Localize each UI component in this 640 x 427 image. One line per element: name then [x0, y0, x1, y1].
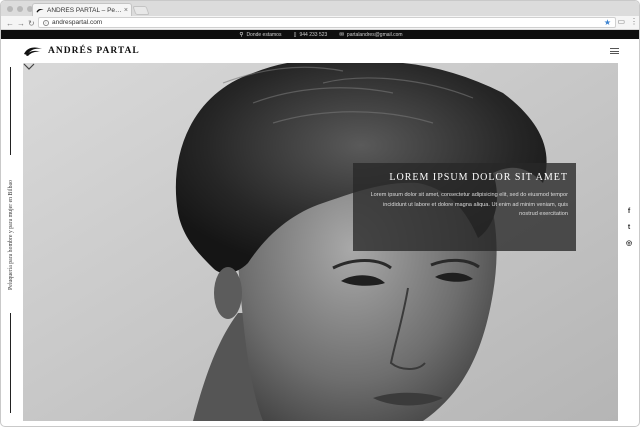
site-info-icon[interactable]: i: [43, 19, 49, 26]
phone-number: 944 233 523: [299, 31, 328, 38]
site-header: ANDRÉS PARTAL: [1, 39, 639, 63]
new-tab-button[interactable]: [132, 6, 150, 15]
hero-title: LOREM IPSUM DOLOR SIT AMET: [389, 172, 568, 183]
close-window-button[interactable]: [7, 6, 13, 12]
url-text: andrespartal.com: [52, 19, 103, 26]
menu-dots-icon[interactable]: ⋮: [630, 17, 638, 26]
phone-link[interactable]: ▯ 944 233 523: [293, 32, 327, 38]
tab-bar: ANDRÉS PARTAL – Peluquería ×: [1, 1, 639, 16]
location-label: Donde estamos: [246, 31, 282, 38]
forward-arrow-icon[interactable]: →: [17, 16, 25, 30]
minimize-window-button[interactable]: [17, 6, 23, 12]
facebook-icon[interactable]: f: [628, 208, 630, 215]
site-logo[interactable]: ANDRÉS PARTAL: [23, 46, 140, 56]
browser-tab[interactable]: ANDRÉS PARTAL – Peluquería ×: [32, 3, 132, 16]
hamburger-menu-icon[interactable]: [610, 48, 619, 54]
location-link[interactable]: ⚲ Donde estamos: [239, 32, 281, 38]
vertical-tagline: Peluquería para hombre y para mujer en B…: [5, 63, 17, 418]
social-links: f t ◎: [623, 208, 635, 247]
tagline-text: Peluquería para hombre y para mujer en B…: [8, 180, 14, 290]
reload-icon[interactable]: ↻: [28, 16, 35, 30]
browser-toolbar: ← → ↻ i andrespartal.com ★ ▭ ⋮: [1, 16, 639, 30]
hero-banner: LOREM IPSUM DOLOR SIT AMET Lorem ipsum d…: [23, 63, 618, 421]
toolbar-right: ▭ ⋮: [617, 17, 638, 26]
cast-icon[interactable]: ▭: [617, 17, 625, 26]
back-arrow-icon[interactable]: ←: [6, 16, 14, 30]
hero-text-box: LOREM IPSUM DOLOR SIT AMET Lorem ipsum d…: [353, 163, 576, 251]
logo-text: ANDRÉS PARTAL: [48, 46, 140, 56]
contact-strip: ⚲ Donde estamos ▯ 944 233 523 ✉ partalandre…: [1, 30, 639, 39]
location-pin-icon: ⚲: [239, 31, 244, 38]
logo-hair-icon: [24, 47, 42, 56]
email-address: partalandres@gmail.com: [346, 31, 403, 38]
bookmark-star-icon[interactable]: ★: [604, 18, 611, 27]
phone-icon: ▯: [293, 31, 297, 38]
address-bar[interactable]: i andrespartal.com ★: [38, 17, 616, 28]
browser-window: ANDRÉS PARTAL – Peluquería × ← → ↻ i and…: [0, 0, 640, 427]
hero-body: Lorem ipsum dolor sit amet, consectetur …: [370, 192, 568, 218]
tab-title: ANDRÉS PARTAL – Peluquería: [47, 6, 122, 14]
tagline-line-bottom: [10, 313, 11, 413]
tab-close-icon[interactable]: ×: [124, 7, 128, 14]
favicon-icon: [36, 8, 44, 12]
envelope-icon: ✉: [339, 31, 344, 38]
window-controls: [7, 6, 33, 12]
email-link[interactable]: ✉ partalandres@gmail.com: [339, 32, 402, 38]
twitter-icon[interactable]: t: [628, 224, 630, 231]
instagram-icon[interactable]: ◎: [626, 240, 632, 247]
tagline-line-top: [10, 67, 11, 155]
scroll-down-chevron-icon[interactable]: [23, 63, 35, 71]
